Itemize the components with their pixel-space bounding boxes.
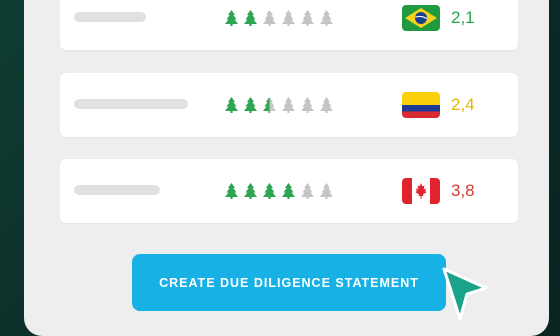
score-value: 2,4 [451,95,475,114]
tree-icon [225,97,238,113]
tree-icon [320,10,333,26]
tree-icon [301,10,314,26]
canada-flag-icon [402,178,440,204]
tree-icon [244,183,257,199]
tree-rating [225,183,333,199]
button-label: CREATE DUE DILIGENCE STATEMENT [159,275,419,290]
tree-icon [320,183,333,199]
tree-icon [225,10,238,26]
tree-icon [301,183,314,199]
score-value: 2,1 [451,8,475,27]
colombia-flag-icon [402,92,440,118]
list-item[interactable]: 3,8 [60,159,518,223]
tree-rating [225,97,333,113]
placeholder-bar [74,12,146,22]
tree-icon [244,97,257,113]
tree-icon [263,10,276,26]
placeholder-bar [74,185,160,195]
tree-rating [225,10,333,26]
tree-icon [244,10,257,26]
tree-icon [301,97,314,113]
create-due-diligence-statement-button[interactable]: CREATE DUE DILIGENCE STATEMENT [132,254,446,311]
tree-icon [263,183,276,199]
tree-icon [263,97,276,113]
tree-icon [225,183,238,199]
score-value: 3,8 [451,181,475,200]
tree-icon [320,97,333,113]
tree-icon [282,183,295,199]
placeholder-bar [74,99,188,109]
tree-icon [282,10,295,26]
brazil-flag-icon [402,5,440,31]
list-item[interactable]: 2,1 [60,0,518,50]
list-item[interactable]: 2,4 [60,73,518,137]
tree-icon [282,97,295,113]
cursor-pointer-icon [442,267,488,321]
